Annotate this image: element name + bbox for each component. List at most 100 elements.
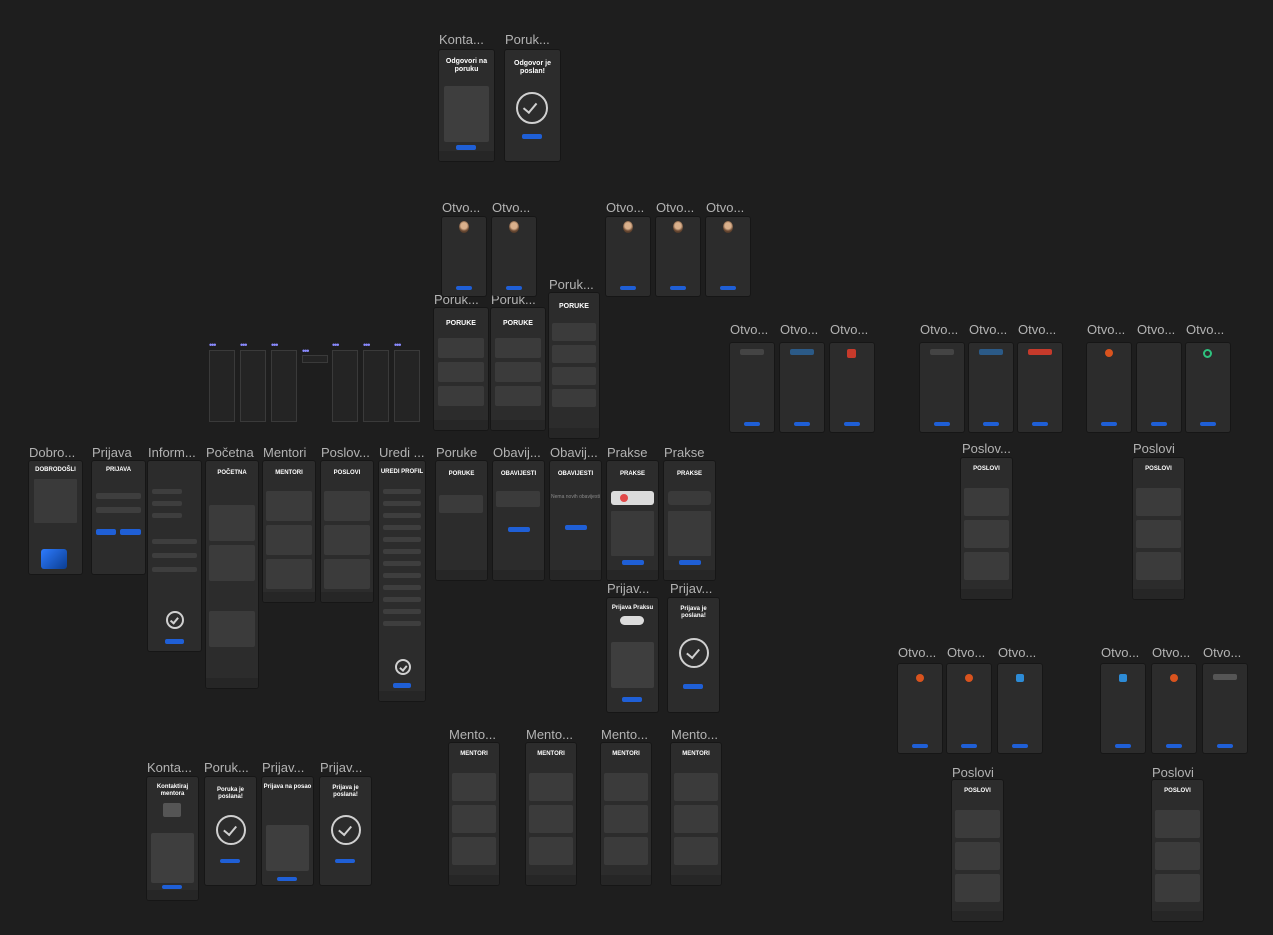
back-button[interactable] [335,859,355,863]
job-card[interactable] [964,488,1009,516]
post-card[interactable] [209,505,255,541]
frame-obavijesti-prazno[interactable]: OBAVIJESTI Nema novih obavijesti [550,461,601,580]
frame-label[interactable]: Obavij... [550,445,598,460]
message-card[interactable] [495,338,541,358]
frame-label[interactable]: Poslovi [952,765,994,780]
mentor-card[interactable] [529,837,573,865]
input-field[interactable] [152,539,197,544]
frame-label[interactable]: Mentori [263,445,306,460]
input-field[interactable] [152,513,182,518]
apply-button[interactable] [622,560,644,565]
frame-label[interactable]: Otvo... [830,322,868,337]
frame-otvori[interactable] [442,217,486,296]
frame-label[interactable]: Prijav... [262,760,304,775]
password-field[interactable] [96,507,141,513]
message-card[interactable] [495,362,541,382]
frame-label[interactable]: Prakse [664,445,704,460]
action-button[interactable] [506,286,522,290]
job-card[interactable] [1155,874,1200,902]
frame-label[interactable]: Otvo... [920,322,958,337]
message-card[interactable] [438,362,484,382]
frame-label[interactable]: Konta... [439,32,484,47]
job-card[interactable] [324,559,370,589]
frame-uredi-profil[interactable]: UREDI PROFIL [379,461,425,701]
frame-dobrodosli[interactable]: DOBRODOŠLI [29,461,82,574]
message-card[interactable] [438,386,484,406]
apply-button[interactable] [912,744,928,748]
apply-button[interactable] [794,422,810,426]
dropdown-prototype[interactable] [240,350,266,422]
frame-poslovi[interactable]: POSLOVI [961,458,1012,599]
frame-label[interactable]: Mento... [526,727,573,742]
frame-mentori[interactable]: MENTORI [449,743,499,885]
notification-card[interactable] [496,491,540,507]
frame-otvori-posao[interactable] [830,343,874,432]
mentor-card[interactable] [604,837,648,865]
frame-mentori[interactable]: MENTORI [263,461,315,602]
frame-label[interactable]: Otvo... [998,645,1036,660]
frame-pocetna[interactable]: POČETNA [206,461,258,688]
dropdown-prototype[interactable] [302,355,328,363]
action-button[interactable] [565,525,587,530]
input-field[interactable] [383,525,421,530]
apply-button[interactable] [1151,422,1167,426]
mentor-card[interactable] [452,773,496,801]
frame-prakse[interactable]: PRAKSE [607,461,658,580]
dropdown-prototype[interactable] [394,350,420,422]
frame-poslovi[interactable]: POSLOVI [1152,780,1203,921]
message-textarea[interactable] [444,86,489,142]
save-button[interactable] [393,683,411,688]
frame-label[interactable]: Inform... [148,445,196,460]
apply-button[interactable] [1217,744,1233,748]
message-card[interactable] [438,338,484,358]
job-card[interactable] [964,520,1009,548]
frame-otvori-posao[interactable] [920,343,964,432]
frame-label[interactable]: Otvo... [947,645,985,660]
message-card[interactable] [439,495,483,513]
company-carousel[interactable] [668,491,711,505]
input-field[interactable] [152,501,182,506]
frame-mentori[interactable]: MENTORI [526,743,576,885]
apply-button[interactable] [961,744,977,748]
mentor-card[interactable] [674,805,718,833]
frame-label[interactable]: Konta... [147,760,192,775]
frame-label[interactable]: Poslovi [1133,441,1175,456]
frame-prijava-praksu[interactable]: Prijava Praksu [607,598,658,712]
job-card[interactable] [964,552,1009,580]
job-card[interactable] [955,810,1000,838]
frame-label[interactable]: Otvo... [1137,322,1175,337]
job-card[interactable] [324,491,370,521]
frame-prakse[interactable]: PRAKSE [664,461,715,580]
frame-label[interactable]: Dobro... [29,445,75,460]
frame-poruke[interactable]: PORUKE [436,461,487,580]
frame-prijava-posao[interactable]: Prijava na posao [262,777,313,885]
send-button[interactable] [162,885,182,889]
job-card[interactable] [1136,520,1181,548]
frame-poslovi[interactable]: POSLOVI [1133,458,1184,599]
apply-button[interactable] [1166,744,1182,748]
frame-otvori[interactable] [606,217,650,296]
frame-label[interactable]: Prijav... [320,760,362,775]
frame-otvori-posao[interactable] [780,343,824,432]
input-field[interactable] [152,567,197,572]
frame-label[interactable]: Poruk... [505,32,550,47]
message-card[interactable] [552,367,596,385]
job-card[interactable] [324,525,370,555]
dropdown-prototype[interactable] [209,350,235,422]
frame-label[interactable]: Mento... [601,727,648,742]
frame-odgovor-poslan[interactable]: Odgovor je poslan! [505,50,560,161]
input-field[interactable] [383,621,421,626]
frame-label[interactable]: Poruke [436,445,477,460]
frame-label[interactable]: Otvo... [656,200,694,215]
message-card[interactable] [495,386,541,406]
mentor-card[interactable] [452,837,496,865]
input-field[interactable] [383,549,421,554]
mentor-card[interactable] [452,805,496,833]
frame-otvori-posao[interactable] [998,664,1042,753]
frame-mentori[interactable]: MENTORI [671,743,721,885]
frame-label[interactable]: Početna [206,445,254,460]
apply-button[interactable] [983,422,999,426]
frame-informacije[interactable] [148,461,201,651]
frame-otvori[interactable] [656,217,700,296]
frame-otvori[interactable] [706,217,750,296]
